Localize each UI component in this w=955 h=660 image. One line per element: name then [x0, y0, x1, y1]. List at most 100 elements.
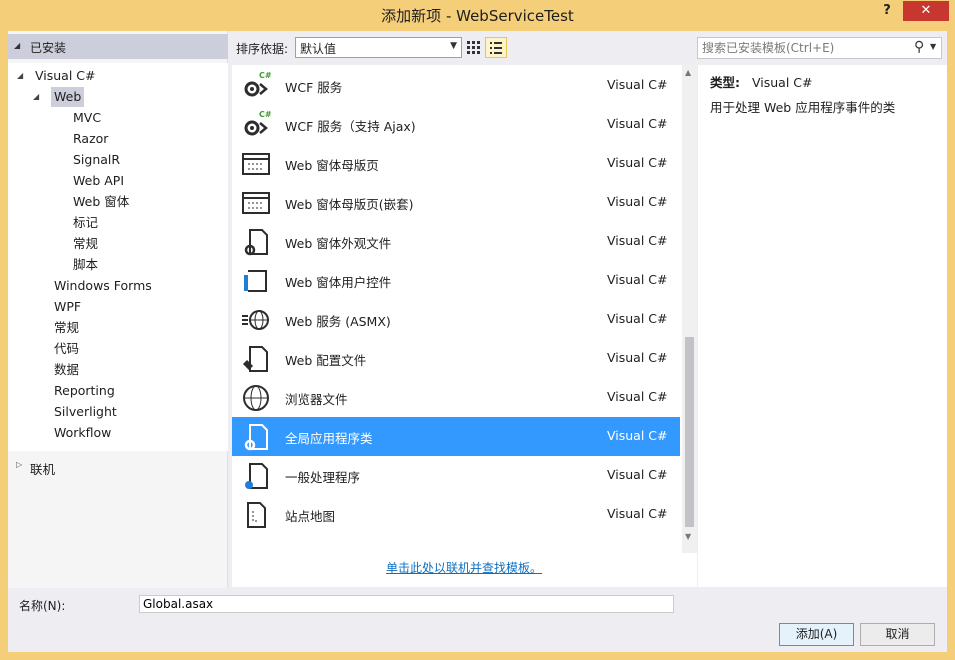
- template-item[interactable]: 站点地图 Visual C#: [232, 495, 680, 534]
- help-button[interactable]: ?: [876, 3, 898, 21]
- template-language: Visual C#: [607, 233, 668, 248]
- info-panel: 类型: Visual C# 用于处理 Web 应用程序事件的类: [698, 65, 947, 587]
- svg-text:C#: C#: [259, 110, 272, 119]
- template-item[interactable]: 全局应用程序类 Visual C#: [232, 417, 680, 456]
- template-language: Visual C#: [607, 428, 668, 443]
- tree-node-label: WPF: [54, 299, 82, 314]
- template-item[interactable]: 浏览器文件 Visual C#: [232, 378, 680, 417]
- grid-view-button[interactable]: [462, 37, 484, 58]
- tree-node[interactable]: Razor: [73, 129, 108, 149]
- installed-label: 已安装: [30, 41, 67, 55]
- vertical-scrollbar[interactable]: ▲ ▼: [682, 65, 697, 553]
- template-name: Web 窗体母版页(嵌套): [285, 197, 414, 212]
- category-tree: ◢ 已安装 ◢ Visual C# ◢ Web MVC Razor SignalR Web A…: [8, 31, 228, 588]
- collapse-triangle-icon: ◢: [14, 41, 21, 50]
- template-item[interactable]: Web 窗体母版页 Visual C#: [232, 144, 680, 183]
- tree-node-label: 常规: [73, 236, 99, 251]
- tree-node[interactable]: 常规: [54, 318, 79, 338]
- template-item[interactable]: C# WCF 服务 Visual C#: [232, 66, 680, 105]
- template-name: 一般处理程序: [285, 470, 361, 485]
- tree-node[interactable]: MVC: [73, 108, 101, 128]
- search-dropdown-icon[interactable]: ▼: [930, 42, 936, 51]
- template-description: 用于处理 Web 应用程序事件的类: [710, 100, 896, 115]
- tree-body: ◢ Visual C# ◢ Web MVC Razor SignalR Web API Web …: [8, 63, 228, 451]
- web-service-icon: [240, 304, 272, 336]
- template-item[interactable]: Web 窗体母版页(嵌套) Visual C#: [232, 183, 680, 222]
- add-button[interactable]: 添加(A): [779, 623, 854, 646]
- template-language: Visual C#: [607, 194, 668, 209]
- tree-node-label: Windows Forms: [54, 278, 152, 293]
- generic-handler-icon: [240, 460, 272, 492]
- template-item[interactable]: Web 服务 (ASMX) Visual C#: [232, 300, 680, 339]
- template-item[interactable]: Web 配置文件 Visual C#: [232, 339, 680, 378]
- tree-node-label: Web API: [73, 173, 125, 188]
- tree-node[interactable]: ◢ Visual C#: [17, 66, 96, 86]
- tree-node[interactable]: 标记: [73, 213, 98, 233]
- tree-node[interactable]: 数据: [54, 360, 79, 380]
- tree-node-label: Reporting: [54, 383, 115, 398]
- list-view-icon: [490, 42, 502, 54]
- global-app-class-icon: [240, 421, 272, 453]
- name-label: 名称(N):: [19, 599, 66, 613]
- name-field[interactable]: [139, 595, 674, 613]
- template-item[interactable]: 一般处理程序 Visual C#: [232, 456, 680, 495]
- site-map-icon: [240, 499, 272, 531]
- scroll-down-icon[interactable]: ▼: [685, 532, 691, 541]
- tree-node[interactable]: Web API: [73, 171, 124, 191]
- tree-node-label: Web 窗体: [73, 194, 130, 209]
- scroll-thumb[interactable]: [685, 337, 694, 527]
- template-language: Visual C#: [607, 311, 668, 326]
- tree-node[interactable]: Reporting: [54, 381, 115, 401]
- tree-node[interactable]: Windows Forms: [54, 276, 152, 296]
- tree-node-label: Web: [54, 89, 82, 104]
- tree-node-label: 常规: [54, 320, 80, 335]
- template-item[interactable]: Web 窗体外观文件 Visual C#: [232, 222, 680, 261]
- tree-node[interactable]: ◢ Web: [33, 87, 85, 107]
- template-name: WCF 服务（支持 Ajax): [285, 119, 416, 134]
- tree-node[interactable]: 常规: [73, 234, 98, 254]
- template-language: Visual C#: [607, 350, 668, 365]
- tree-node[interactable]: 脚本: [73, 255, 98, 275]
- installed-header[interactable]: ◢ 已安装: [8, 34, 228, 59]
- template-language: Visual C#: [607, 155, 668, 170]
- tree-node[interactable]: Workflow: [54, 423, 111, 443]
- tree-node[interactable]: 代码: [54, 339, 79, 359]
- tree-node[interactable]: WPF: [54, 297, 81, 317]
- tree-node-label: 代码: [54, 341, 80, 356]
- template-language: Visual C#: [607, 272, 668, 287]
- type-value: Visual C#: [752, 75, 813, 90]
- template-name: Web 窗体用户控件: [285, 275, 392, 290]
- type-row: 类型: Visual C#: [710, 72, 813, 91]
- tree-node[interactable]: Silverlight: [54, 402, 117, 422]
- template-name: Web 窗体外观文件: [285, 236, 392, 251]
- search-icon[interactable]: ⚲: [914, 39, 924, 55]
- template-item[interactable]: C# WCF 服务（支持 Ajax) Visual C#: [232, 105, 680, 144]
- template-name: WCF 服务: [285, 80, 343, 95]
- list-view-button[interactable]: [485, 37, 507, 58]
- online-search-link[interactable]: 单击此处以联机并查找模板。: [386, 559, 542, 576]
- template-name: Web 服务 (ASMX): [285, 314, 391, 329]
- template-item[interactable]: Web 窗体用户控件 Visual C#: [232, 261, 680, 300]
- cancel-button[interactable]: 取消: [860, 623, 935, 646]
- sort-label: 排序依据:: [236, 42, 289, 56]
- tree-node-label: MVC: [73, 110, 102, 125]
- tree-node-label: Visual C#: [35, 68, 96, 83]
- tree-node-label: 脚本: [73, 257, 99, 272]
- tree-node[interactable]: Web 窗体: [73, 192, 129, 212]
- sort-dropdown[interactable]: 默认值 ▼: [295, 37, 462, 58]
- expanded-triangle-icon[interactable]: ◢: [17, 66, 29, 86]
- nested-master-page-icon: [240, 187, 272, 219]
- expanded-triangle-icon[interactable]: ◢: [33, 87, 45, 107]
- tree-node[interactable]: SignalR: [73, 150, 120, 170]
- tree-node-label: SignalR: [73, 152, 121, 167]
- scroll-up-icon[interactable]: ▲: [685, 68, 691, 77]
- template-name: Web 窗体母版页: [285, 158, 379, 173]
- browser-file-icon: [240, 382, 272, 414]
- chevron-down-icon: ▼: [450, 41, 457, 51]
- search-input[interactable]: [698, 38, 908, 58]
- close-button[interactable]: ✕: [903, 1, 949, 21]
- sort-value: 默认值: [300, 42, 337, 56]
- user-control-icon: [240, 265, 272, 297]
- online-node[interactable]: ▷ 联机: [8, 455, 228, 479]
- search-box[interactable]: ⚲ ▼: [697, 37, 942, 59]
